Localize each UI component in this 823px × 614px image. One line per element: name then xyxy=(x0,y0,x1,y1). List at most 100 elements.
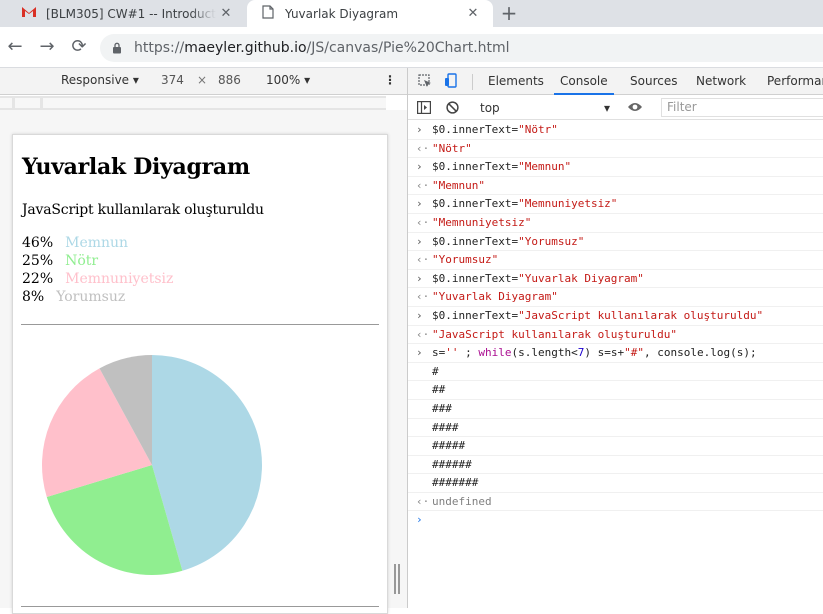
prompt-icon: › xyxy=(416,513,423,527)
tab-sources[interactable]: Sources xyxy=(630,68,677,95)
console-input-text: $0.innerText="Yuvarlak Diyagram" xyxy=(432,271,644,285)
console-result-line: ‹· "JavaScript kullanılarak oluşturuldu" xyxy=(408,326,823,345)
console-input-text: $0.innerText="Memnun" xyxy=(432,160,572,174)
console-log-line: ####### xyxy=(408,474,823,493)
page-title: Yuvarlak Diyagram xyxy=(22,154,250,180)
console-input-line: › $0.innerText="Yorumsuz" xyxy=(408,233,823,252)
tab-title: Yuvarlak Diyagram xyxy=(285,6,399,21)
console-log-line: #### xyxy=(408,419,823,438)
console-log-text: ####### xyxy=(432,476,479,490)
input-chevron-icon: › xyxy=(416,234,423,248)
console-input-line: › $0.innerText="JavaScript kullanılarak o… xyxy=(408,307,823,326)
console-result-line: ‹· "Nötr" xyxy=(408,140,823,159)
console-input-line: › $0.innerText="Memnuniyetsiz" xyxy=(408,195,823,214)
dropdown-arrow-icon: ▾ xyxy=(603,101,610,115)
close-icon[interactable]: ✕ xyxy=(463,6,483,21)
tab-elements[interactable]: Elements xyxy=(488,68,544,95)
url-path: /JS/canvas/Pie%20Chart.html xyxy=(306,40,510,56)
console-log-line: ##### xyxy=(408,437,823,456)
ruler-segment[interactable] xyxy=(43,98,386,108)
tab-network[interactable]: Network xyxy=(696,68,746,95)
back-icon[interactable]: ← xyxy=(4,36,26,58)
console-log-line: ### xyxy=(408,400,823,419)
device-toolbar: Responsive ▾ 374 × 886 100% ▾ ⋮ xyxy=(0,68,407,95)
input-chevron-icon: › xyxy=(416,346,423,360)
page-icon xyxy=(259,5,277,22)
sidebar-toggle-icon[interactable] xyxy=(417,101,432,117)
console-input-text: s='' ; while(s.length<7) s=s+"#", consol… xyxy=(432,346,757,360)
horizontal-rule xyxy=(21,324,379,325)
input-chevron-icon: › xyxy=(416,308,423,322)
legend-label: Memnun xyxy=(65,235,129,251)
tab-pie-chart[interactable]: Yuvarlak Diyagram ✕ xyxy=(247,0,493,27)
console-log-line: ## xyxy=(408,381,823,400)
legend-label: Memnuniyetsiz xyxy=(65,271,174,287)
console-input-text: $0.innerText="Yorumsuz" xyxy=(432,234,585,248)
pie-chart xyxy=(42,355,262,575)
resize-handle[interactable] xyxy=(394,564,402,594)
input-chevron-icon: › xyxy=(416,271,423,285)
console-result-line: ‹· "Memnuniyetsiz" xyxy=(408,214,823,233)
console-log-text: ##### xyxy=(432,439,466,453)
console-result-text: "JavaScript kullanılarak oluşturuldu" xyxy=(432,327,678,341)
legend-percent: 8% xyxy=(22,289,45,305)
output-chevron-icon: ‹· xyxy=(416,290,430,304)
eye-icon[interactable] xyxy=(627,101,643,116)
zoom-select[interactable]: 100% ▾ xyxy=(266,73,310,87)
ruler-segment[interactable] xyxy=(15,98,40,108)
legend-percent: 25% xyxy=(22,253,54,269)
console-input-text: $0.innerText="Nötr" xyxy=(432,123,558,136)
height-input[interactable]: 886 xyxy=(218,73,241,87)
console-result-line: ‹· undefined xyxy=(408,493,823,512)
console-log-text: ## xyxy=(432,383,446,397)
legend-row: 25% Nötr xyxy=(22,253,173,271)
input-chevron-icon: › xyxy=(416,160,423,174)
url-scheme: https:// xyxy=(134,40,185,56)
console-prompt[interactable]: › xyxy=(408,511,823,530)
device-toggle-icon[interactable] xyxy=(444,68,462,95)
console-output: › $0.innerText="Nötr" ‹· "Nötr" › $0.innerTex… xyxy=(408,121,823,608)
dropdown-arrow-icon: ▾ xyxy=(304,73,311,87)
legend-row: 8% Yorumsuz xyxy=(22,289,173,307)
pie-legend: 46% Memnun 25% Nötr 22% Memnuniyetsiz 8% Yor… xyxy=(22,235,173,307)
device-mode-select[interactable]: Responsive ▾ xyxy=(61,73,139,87)
lock-icon xyxy=(112,34,122,64)
output-chevron-icon: ‹· xyxy=(416,253,430,267)
console-result-text: "Nötr" xyxy=(432,141,472,155)
horizontal-rule xyxy=(21,606,379,607)
console-log-line: ###### xyxy=(408,456,823,475)
reload-icon[interactable]: ⟳ xyxy=(68,36,90,58)
forward-icon[interactable]: → xyxy=(36,36,58,58)
ruler-segment[interactable] xyxy=(0,98,12,108)
inspect-element-icon[interactable] xyxy=(418,68,436,95)
url-text: https://maeyler.github.io/JS/canvas/Pie%… xyxy=(134,34,510,62)
legend-percent: 46% xyxy=(22,235,54,251)
legend-percent: 22% xyxy=(22,271,54,287)
width-input[interactable]: 374 xyxy=(161,73,184,87)
tab-gmail[interactable]: [BLM305] CW#1 -- Introduction ✕ xyxy=(8,0,246,27)
output-chevron-icon: ‹· xyxy=(416,494,430,508)
tab-performance[interactable]: Performan xyxy=(767,68,823,95)
console-result-text: undefined xyxy=(432,494,492,508)
console-log-text: # xyxy=(432,364,439,378)
clear-console-icon[interactable] xyxy=(446,101,459,117)
new-tab-button[interactable]: + xyxy=(497,2,521,26)
legend-row: 22% Memnuniyetsiz xyxy=(22,271,173,289)
device-mode-label: Responsive xyxy=(61,73,130,87)
tab-console[interactable]: Console xyxy=(554,68,614,95)
context-select[interactable]: top ▾ xyxy=(480,99,610,117)
emulated-viewport: Yuvarlak Diyagram JavaScript kullanılara… xyxy=(12,134,388,614)
gmail-icon xyxy=(20,6,38,21)
close-icon[interactable]: ✕ xyxy=(216,6,236,21)
filter-input[interactable]: Filter xyxy=(661,98,823,117)
console-result-line: ‹· "Yuvarlak Diyagram" xyxy=(408,288,823,307)
console-input-line: › $0.innerText="Memnun" xyxy=(408,158,823,177)
console-input-line: › $0.innerText="Nötr" xyxy=(408,121,823,140)
console-result-text: "Yuvarlak Diyagram" xyxy=(432,290,558,304)
times-symbol: × xyxy=(197,73,208,87)
input-chevron-icon: › xyxy=(416,123,423,136)
more-options-icon[interactable]: ⋮ xyxy=(384,73,396,87)
console-result-line: ‹· "Yorumsuz" xyxy=(408,251,823,270)
console-result-text: "Yorumsuz" xyxy=(432,253,499,267)
address-bar[interactable]: https://maeyler.github.io/JS/canvas/Pie%… xyxy=(100,34,823,62)
